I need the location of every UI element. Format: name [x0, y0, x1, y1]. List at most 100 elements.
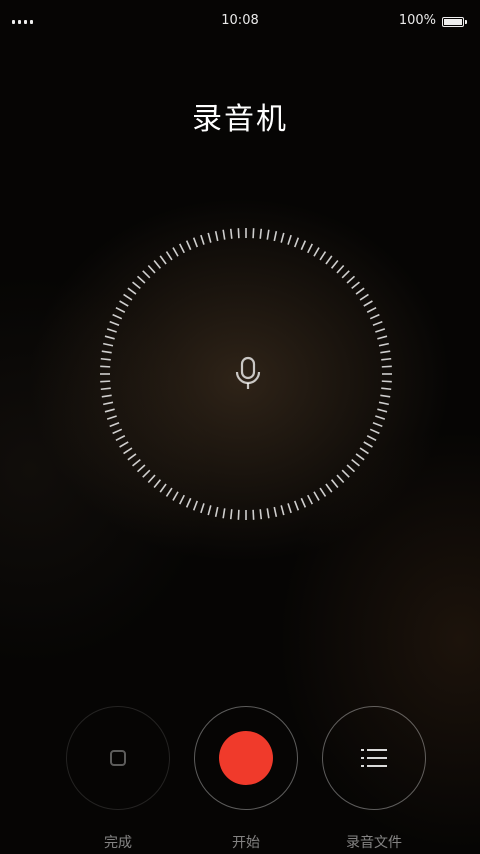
dial-tick — [378, 342, 389, 347]
dial-tick — [266, 508, 270, 519]
dial-tick — [153, 260, 162, 269]
dial-tick — [313, 491, 320, 501]
dial-tick — [307, 243, 313, 254]
microphone-button[interactable] — [226, 352, 270, 396]
page-title: 录音机 — [192, 102, 288, 137]
dial-tick — [101, 394, 112, 398]
dial-tick — [346, 275, 356, 284]
dial-tick — [109, 320, 120, 327]
dial-tick — [378, 401, 389, 406]
dial-tick — [280, 232, 285, 243]
dial-tick — [237, 509, 240, 520]
dial-tick — [330, 260, 339, 269]
dial-tick — [222, 508, 226, 519]
dial-tick — [112, 313, 123, 320]
dial-tick — [300, 240, 307, 251]
dial-tick — [355, 453, 365, 461]
dial-tick — [200, 234, 205, 245]
dial-tick — [363, 300, 373, 307]
dial-tick — [112, 428, 123, 435]
dial-tick — [100, 365, 111, 368]
dial-tick — [336, 474, 345, 484]
dial-tick — [106, 415, 117, 420]
dial-tick — [147, 264, 156, 274]
dial-tick — [293, 500, 300, 511]
dial-tick — [369, 428, 380, 435]
dial-tick — [280, 505, 285, 516]
dial-tick — [123, 293, 133, 301]
dial-tick — [229, 509, 233, 520]
dial-tick — [200, 503, 205, 514]
dial-tick — [136, 275, 146, 284]
dial-tick — [293, 237, 300, 248]
dial-tick — [104, 408, 115, 413]
dial-tick — [319, 487, 327, 497]
dial-tick — [319, 251, 327, 261]
dial-tick — [229, 228, 233, 239]
dial-tick — [153, 479, 162, 488]
dial-tick — [341, 270, 350, 279]
dial-tick — [355, 287, 365, 295]
dial-tick — [165, 251, 173, 261]
dial-tick — [380, 350, 391, 354]
done-button[interactable] — [66, 706, 170, 810]
dial-tick — [172, 247, 179, 257]
dial-tick — [266, 229, 270, 240]
dial-tick — [123, 447, 133, 455]
dial-tick — [359, 447, 369, 455]
dial-tick — [287, 503, 292, 514]
start-record-button[interactable] — [194, 706, 298, 810]
dial-tick — [119, 300, 129, 307]
dial-tick — [127, 287, 137, 295]
dial-tick — [179, 494, 185, 505]
dial-tick — [325, 255, 333, 265]
dial-tick — [132, 458, 141, 467]
dial-tick — [377, 335, 388, 340]
dial-tick — [259, 509, 263, 520]
dial-tick — [380, 394, 391, 398]
status-bar: 10:08 100% — [0, 0, 480, 44]
list-icon — [361, 749, 387, 767]
dial-tick — [214, 506, 219, 517]
dial-tick — [147, 474, 156, 484]
dial-tick — [381, 365, 392, 368]
dial-tick — [222, 229, 226, 240]
dial-tick — [115, 435, 126, 441]
dial-tick — [381, 380, 392, 383]
record-icon — [219, 731, 273, 785]
dial-tick — [252, 228, 255, 239]
battery-icon — [442, 17, 467, 27]
stop-icon — [110, 750, 126, 766]
dial-tick — [185, 240, 192, 251]
dial-tick — [377, 408, 388, 413]
dial-tick — [103, 342, 114, 347]
dial-tick — [127, 453, 137, 461]
dial-tick — [207, 232, 212, 243]
recordings-list-button[interactable] — [322, 706, 426, 810]
dial-tick — [372, 320, 383, 327]
recordings-label: 录音文件 — [346, 835, 402, 851]
dial-tick — [287, 234, 292, 245]
dial-tick — [375, 415, 386, 420]
dial-tick — [363, 441, 373, 448]
dial-tick — [273, 506, 278, 517]
dial-tick — [100, 387, 111, 391]
recorder-screen: 10:08 100% 录音机 完成 开始 录音文件 — [0, 0, 480, 854]
dial-tick — [369, 313, 380, 320]
dial-tick — [104, 335, 115, 340]
dial-tick — [106, 328, 117, 333]
dial-tick — [109, 421, 120, 428]
dial-tick — [165, 487, 173, 497]
dial-tick — [214, 231, 219, 242]
dial-tick — [101, 350, 112, 354]
dial-tick — [179, 243, 185, 254]
dial-tick — [372, 421, 383, 428]
dial-tick — [336, 264, 345, 274]
dial-tick — [375, 328, 386, 333]
dial-tick — [381, 357, 392, 361]
dial-tick — [192, 237, 199, 248]
battery-percent: 100% — [398, 13, 436, 28]
dial-tick — [115, 307, 126, 313]
dial-tick — [159, 483, 167, 493]
dial-tick — [172, 491, 179, 501]
